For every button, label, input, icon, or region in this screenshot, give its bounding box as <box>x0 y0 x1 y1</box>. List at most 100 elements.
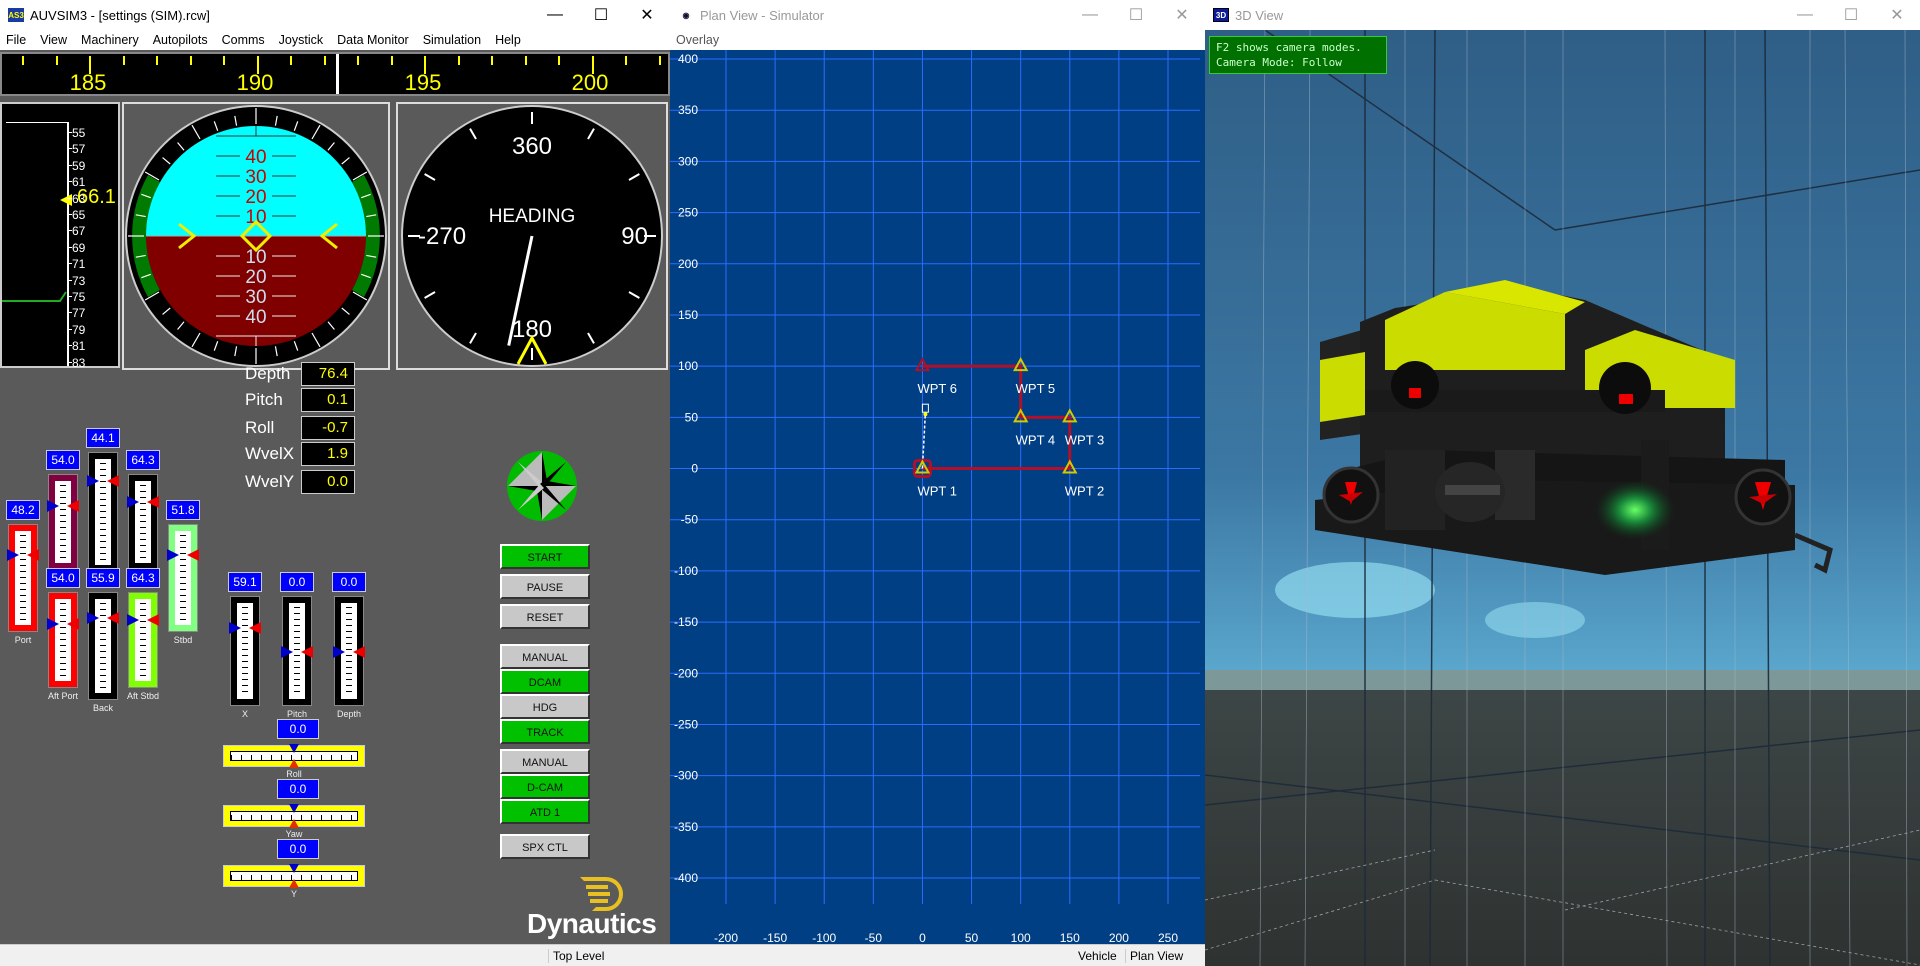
thruster-back-gauge[interactable] <box>87 592 119 700</box>
menu-joystick[interactable]: Joystick <box>279 33 323 47</box>
heading-tape-center-marker <box>336 54 339 94</box>
manual-mode-button[interactable]: MANUAL <box>500 644 590 669</box>
thruster-back-label: Back <box>92 703 113 713</box>
thruster-f-stbd-gauge-scale <box>135 481 151 563</box>
x-tick-label: 200 <box>1109 931 1129 944</box>
heading-indicator-graphic: 360 90 180 -270 HEADING <box>401 105 663 367</box>
maximize-button[interactable]: ☐ <box>1113 0 1159 30</box>
plan-view-menubar: Overlay <box>670 30 1205 50</box>
thruster-aft-port-gauge[interactable] <box>47 592 79 688</box>
plan-view-title: Plan View - Simulator <box>700 7 825 23</box>
joystick-yaw-slider[interactable] <box>223 804 365 828</box>
x-tick-label: -200 <box>714 931 738 944</box>
joystick-depth-gauge-lines <box>346 607 352 695</box>
main-titlebar[interactable]: AS3 AUVSIM3 - [settings (SIM).rcw] — ☐ ✕ <box>0 0 670 30</box>
thruster-stbd-gauge[interactable] <box>167 524 199 632</box>
heading-tape-tick <box>424 56 426 74</box>
status-plan-view: Plan View <box>1125 949 1183 963</box>
spx-ctl-button[interactable]: SPX CTL <box>500 834 590 859</box>
pitch-down-label: 20 <box>245 267 266 288</box>
y-tick-label: -50 <box>681 513 699 527</box>
thruster-f-stbd-gauge[interactable] <box>127 474 159 570</box>
3d-view-titlebar[interactable]: 3D 3D View — ☐ ✕ <box>1205 0 1920 30</box>
depth-tape-tick <box>67 230 72 232</box>
menu-help[interactable]: Help <box>495 33 521 47</box>
thruster-port-gauge[interactable] <box>7 524 39 632</box>
plan-view-titlebar[interactable]: ◉ Plan View - Simulator — ☐ ✕ <box>670 0 1205 30</box>
depth-tape-label: 81 <box>72 339 86 354</box>
start-button[interactable]: START <box>500 544 590 569</box>
depth-tape-tick <box>67 361 72 363</box>
close-button[interactable]: ✕ <box>1159 0 1205 30</box>
dynautics-logo-text: Dynautics <box>527 908 657 939</box>
menu-comms[interactable]: Comms <box>222 33 265 47</box>
reset-button[interactable]: RESET <box>500 604 590 629</box>
depth-tape-tick <box>67 296 72 297</box>
joystick-x-setpoint-marker <box>229 621 241 634</box>
thruster-f-port-gauge[interactable] <box>47 474 79 570</box>
joystick-y-slider[interactable] <box>223 864 365 888</box>
menu-simulation[interactable]: Simulation <box>423 33 481 47</box>
depth-tape-label: 67 <box>72 224 86 239</box>
thruster-f-stbd-gauge-lines <box>140 485 146 559</box>
plan-view-chart[interactable]: 400 350 300 250 200 150 100 50 0 -50 -100 -150 -200 -… <box>670 50 1200 944</box>
joystick-pitch-actual-marker <box>301 646 313 658</box>
thruster-stbd-label: Stbd <box>173 635 193 645</box>
maximize-button[interactable]: ☐ <box>1828 0 1874 30</box>
seabed <box>1205 690 1920 966</box>
heading-tape-tick <box>558 56 560 65</box>
menu-view[interactable]: View <box>40 33 67 47</box>
joystick-roll-slider[interactable] <box>223 744 365 768</box>
minimize-button[interactable]: — <box>532 0 578 30</box>
heading-indicator: 360 90 180 -270 HEADING <box>396 102 668 370</box>
main-window: AS3 AUVSIM3 - [settings (SIM).rcw] — ☐ ✕… <box>0 0 694 966</box>
thruster-aft-stbd-gauge[interactable] <box>127 592 159 688</box>
minimize-button[interactable]: — <box>1067 0 1113 30</box>
3d-viewport[interactable]: F2 shows camera modes. Camera Mode: Foll… <box>1205 30 1920 966</box>
dcam-button[interactable]: DCAM <box>500 669 590 694</box>
joystick-pitch-gauge[interactable] <box>281 596 313 706</box>
thruster-aft-port-gauge-lines <box>60 603 66 677</box>
plan-view-canvas[interactable]: 400 350 300 250 200 150 100 50 0 -50 -100 -150 -200 -… <box>670 50 1205 944</box>
joystick-depth-gauge[interactable] <box>333 596 365 706</box>
thruster-front-gauge[interactable] <box>87 452 119 572</box>
joystick-x-gauge[interactable] <box>229 596 261 706</box>
thruster-f-port-actual-marker <box>67 500 79 513</box>
menu-autopilots[interactable]: Autopilots <box>153 33 208 47</box>
track-button[interactable]: TRACK <box>500 719 590 744</box>
close-button[interactable]: ✕ <box>1874 0 1920 30</box>
atd1-button[interactable]: ATD 1 <box>500 799 590 824</box>
menu-file[interactable]: File <box>6 33 26 47</box>
pause-button[interactable]: PAUSE <box>500 574 590 599</box>
menu-data-monitor[interactable]: Data Monitor <box>337 33 409 47</box>
y-tick-label: 150 <box>678 308 698 322</box>
y-tick-label: 200 <box>678 257 698 271</box>
maximize-button[interactable]: ☐ <box>578 0 624 30</box>
close-button[interactable]: ✕ <box>624 0 670 30</box>
joystick-yaw-setpoint-marker <box>289 804 299 813</box>
app-icon: AS3 <box>8 8 24 22</box>
depth-tape-tick <box>67 312 72 314</box>
waypoint-label: WPT 6 <box>917 381 957 396</box>
thruster-f-stbd-setpoint-marker <box>127 496 139 508</box>
menu-overlay[interactable]: Overlay <box>676 33 719 47</box>
manual-depth-button[interactable]: MANUAL <box>500 749 590 774</box>
heading-tape-tick <box>256 56 259 74</box>
d-cam-button[interactable]: D-CAM <box>500 774 590 799</box>
joystick-pitch-value: 0.0 <box>280 572 314 592</box>
minimize-button[interactable]: — <box>1782 0 1828 30</box>
readout-pitch-value: 0.1 <box>301 388 355 412</box>
thruster-f-port-gauge-scale <box>55 481 71 563</box>
pitch-up-label: 10 <box>245 207 266 228</box>
heading-tape-tick <box>290 56 292 65</box>
joystick-pitch-gauge-lines <box>294 607 300 695</box>
heading-label-west: -270 <box>418 223 466 250</box>
x-tick-label: 250 <box>1158 931 1178 944</box>
readout-roll-value: -0.7 <box>301 416 355 440</box>
menu-machinery[interactable]: Machinery <box>81 33 139 47</box>
depth-tape-tick <box>67 181 72 183</box>
hdg-button[interactable]: HDG <box>500 694 590 719</box>
readout-wvelx-label: WvelX <box>245 444 295 463</box>
thruster-front-gauge-lines <box>100 463 106 561</box>
joystick-yaw-actual-marker <box>289 819 299 828</box>
